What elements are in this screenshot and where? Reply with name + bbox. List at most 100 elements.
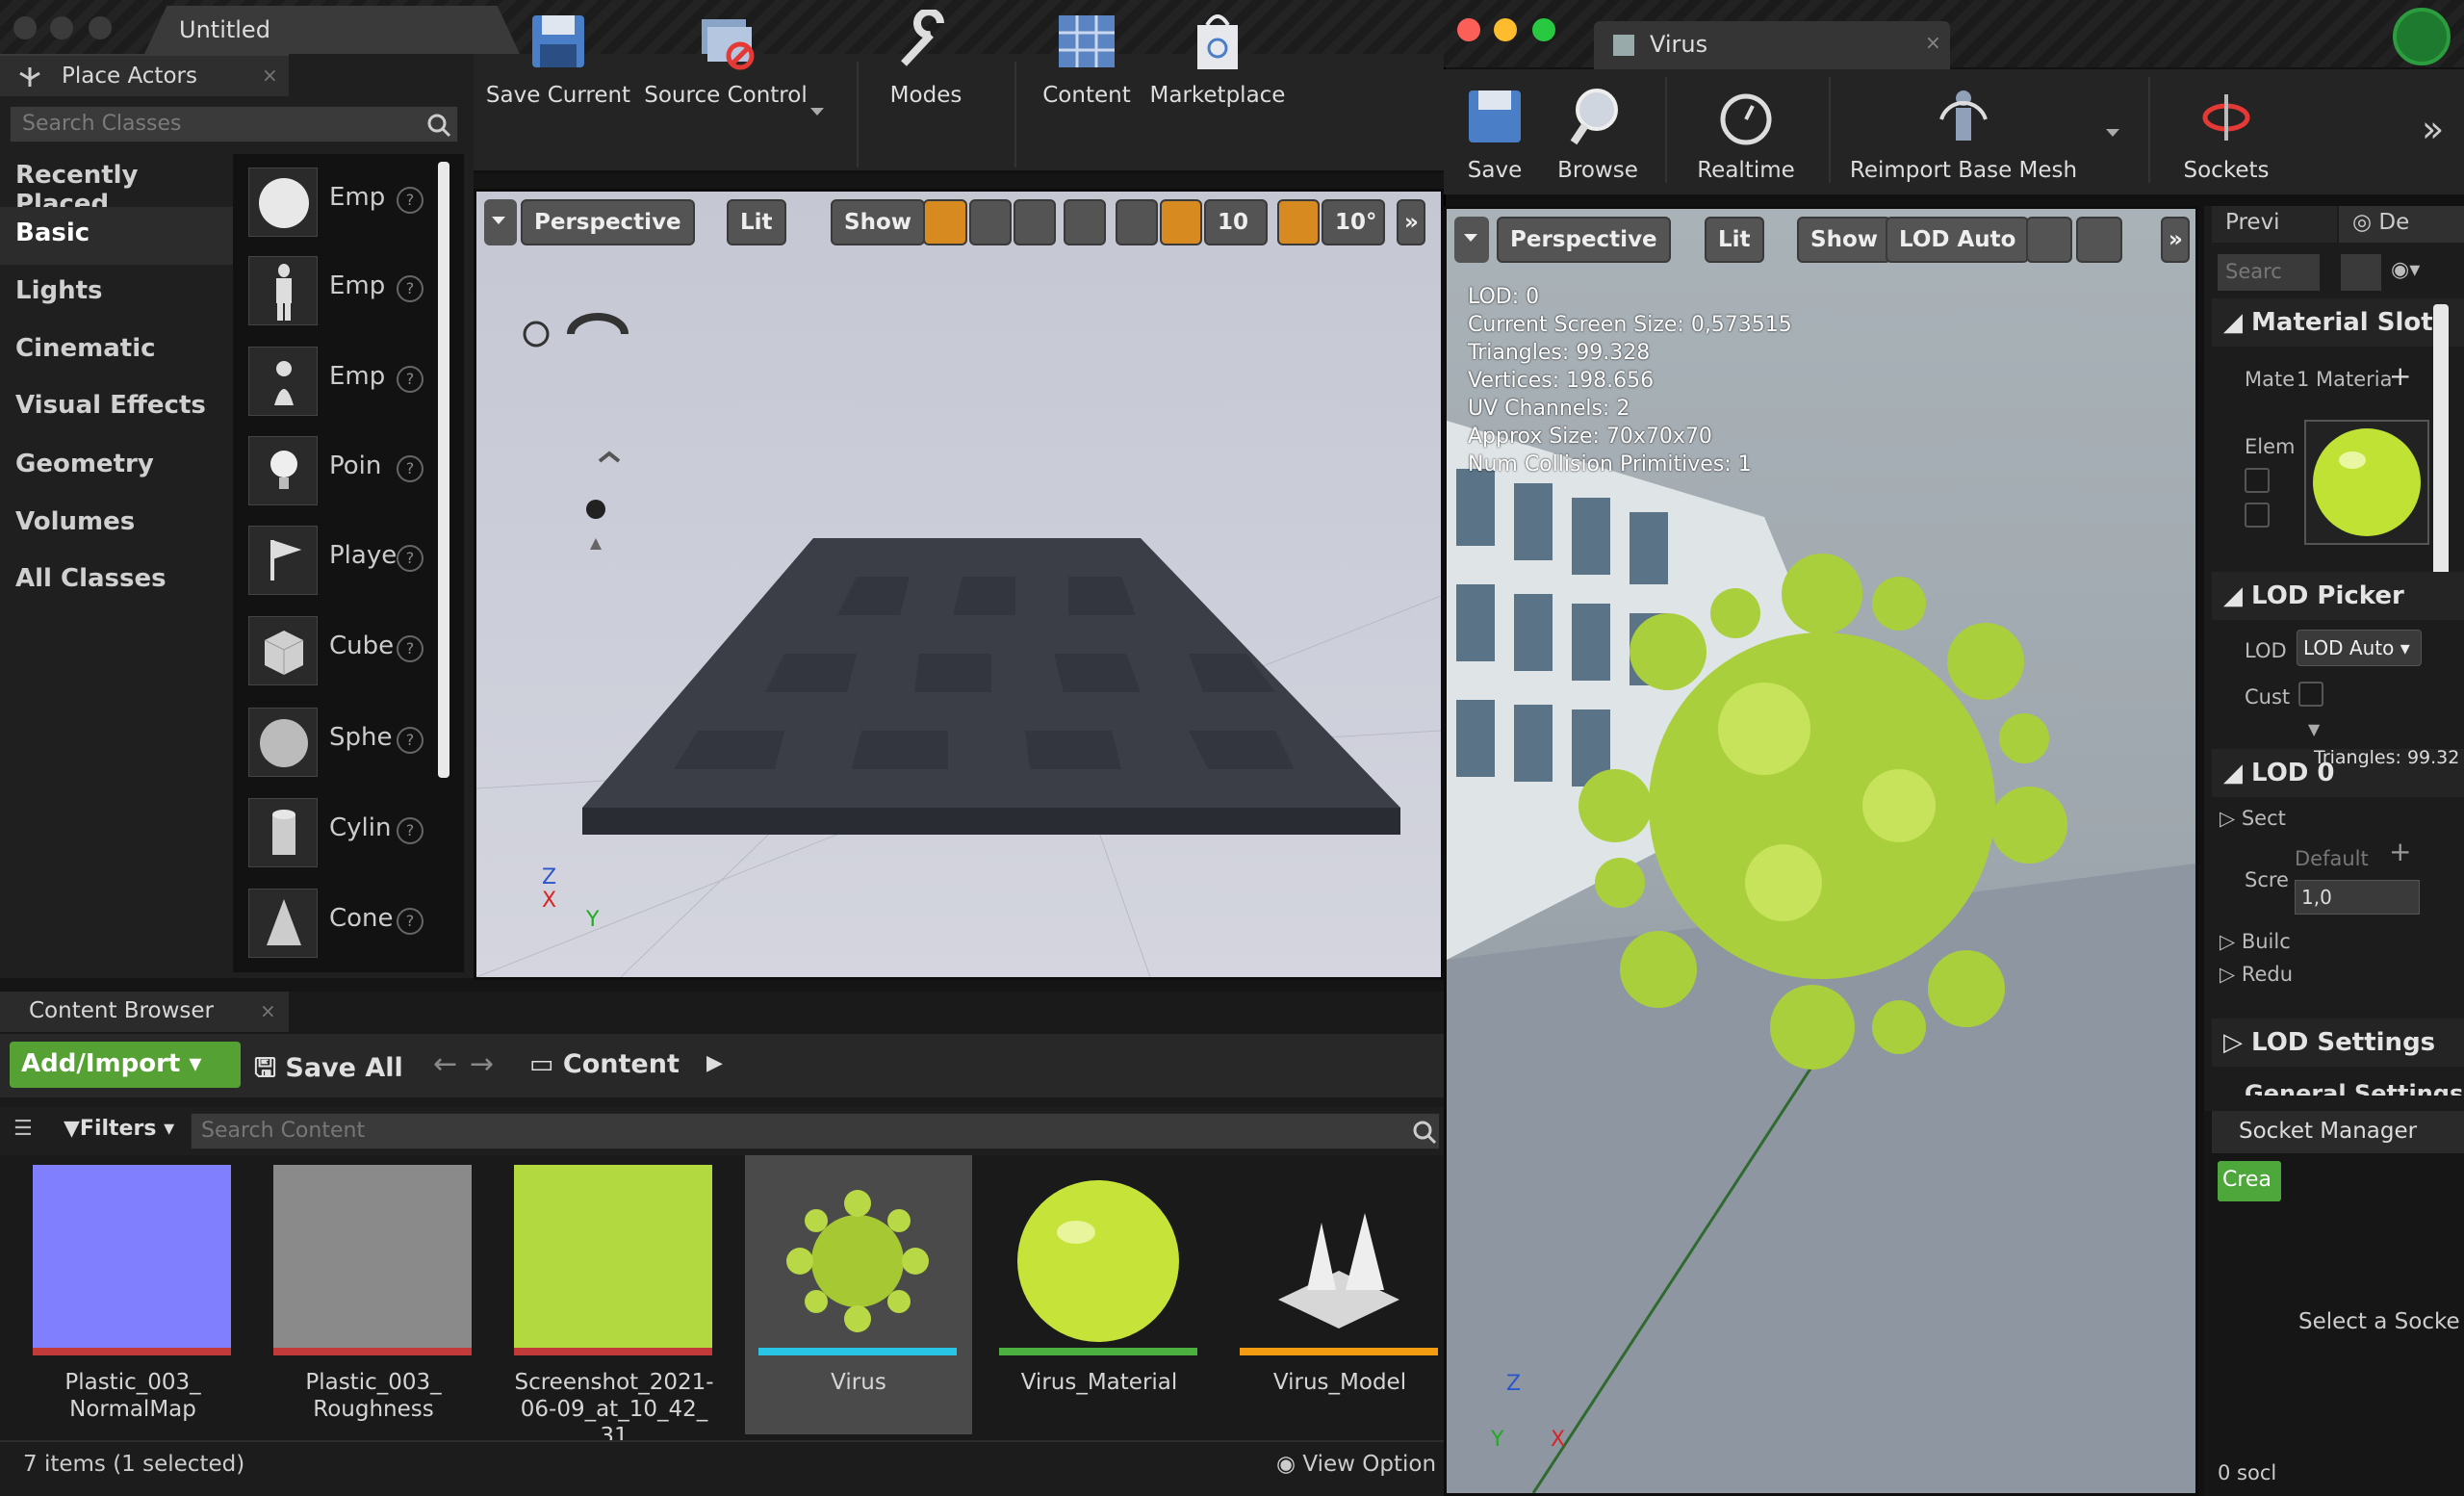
category-visual-effects[interactable]: Visual Effects bbox=[0, 379, 233, 437]
material-thumbnail[interactable] bbox=[2304, 420, 2429, 545]
asset-tile[interactable]: Virus_Material bbox=[986, 1155, 1213, 1434]
perspective-button[interactable]: Perspective bbox=[521, 199, 695, 245]
content-browser-tab[interactable]: Content Browser × bbox=[0, 992, 289, 1032]
actor-item-cube[interactable]: Cube? bbox=[243, 610, 450, 689]
rotation-snap-icon[interactable] bbox=[1277, 199, 1320, 245]
more-options-icon[interactable]: » bbox=[2161, 217, 2190, 263]
eye-visibility-icon[interactable]: ◉▾ bbox=[2391, 258, 2420, 282]
rotation-snap-dropdown[interactable]: 10° bbox=[1322, 199, 1385, 245]
tab-preview-scene[interactable]: Previ bbox=[2212, 206, 2337, 243]
general-settings-header[interactable]: General Settings bbox=[2212, 1076, 2464, 1096]
help-icon[interactable]: ? bbox=[397, 817, 424, 844]
lit-button[interactable]: Lit bbox=[1705, 217, 1764, 263]
lod-picker-header[interactable]: ◢ LOD Picker bbox=[2212, 572, 2464, 620]
content-button[interactable]: Content bbox=[1036, 0, 1138, 119]
close-icon[interactable]: × bbox=[260, 999, 276, 1022]
grid-size-dropdown[interactable]: 10 bbox=[1204, 199, 1268, 245]
isolate-checkbox[interactable] bbox=[2245, 503, 2270, 528]
category-volumes[interactable]: Volumes bbox=[0, 496, 233, 554]
actor-item-empty-character[interactable]: Emp? bbox=[243, 250, 450, 329]
show-button[interactable]: Show bbox=[831, 199, 925, 245]
rotate-tool-icon[interactable] bbox=[969, 199, 1012, 245]
category-recently-placed[interactable]: Recently Placed bbox=[0, 149, 233, 219]
help-icon[interactable]: ? bbox=[397, 545, 424, 572]
view-options-button[interactable]: ◉ View Option bbox=[1276, 1452, 1436, 1477]
minimize-dot[interactable] bbox=[1494, 18, 1517, 41]
help-icon[interactable]: ? bbox=[397, 366, 424, 393]
toolbar-overflow-icon[interactable]: » bbox=[2422, 108, 2444, 150]
save-all-button[interactable]: 🖫 Save All bbox=[254, 1049, 403, 1094]
rotate-tool-icon[interactable] bbox=[2076, 217, 2122, 263]
zoom-dot[interactable] bbox=[1532, 18, 1555, 41]
asset-tile[interactable]: Virus bbox=[745, 1155, 972, 1434]
close-icon[interactable]: × bbox=[262, 64, 278, 87]
search-content-input[interactable]: Search Content bbox=[191, 1113, 1440, 1149]
help-icon[interactable]: ? bbox=[397, 275, 424, 302]
category-cinematic[interactable]: Cinematic bbox=[0, 322, 233, 380]
details-search-input[interactable]: Searc bbox=[2218, 254, 2320, 291]
asset-tile[interactable]: Plastic_003_ Roughness bbox=[260, 1155, 487, 1434]
details-scrollbar[interactable] bbox=[2433, 304, 2449, 603]
help-icon[interactable]: ? bbox=[397, 635, 424, 662]
create-socket-button[interactable]: Crea bbox=[2218, 1161, 2281, 1201]
lod-settings-header[interactable]: ▷ LOD Settings bbox=[2212, 1019, 2464, 1067]
marketplace-button[interactable]: Marketplace bbox=[1147, 0, 1288, 119]
history-forward-icon[interactable]: → bbox=[470, 1047, 494, 1081]
custom-lod-checkbox[interactable] bbox=[2298, 682, 2323, 707]
close-dot[interactable] bbox=[1457, 18, 1480, 41]
lit-button[interactable]: Lit bbox=[727, 199, 786, 245]
viewport-options-dropdown[interactable] bbox=[484, 199, 517, 245]
actor-item-empty-actor[interactable]: Emp? bbox=[243, 162, 450, 241]
level-tab[interactable]: Untitled bbox=[144, 6, 520, 54]
category-lights[interactable]: Lights bbox=[0, 265, 233, 322]
actor-item-point-light[interactable]: Poin? bbox=[243, 430, 450, 509]
socket-manager-tab[interactable]: Socket Manager bbox=[2212, 1111, 2464, 1153]
actor-item-cylinder[interactable]: Cylin? bbox=[243, 792, 450, 871]
save-button[interactable]: Save bbox=[1451, 69, 1538, 194]
more-options-icon[interactable]: » bbox=[1397, 199, 1425, 245]
chevron-down-icon[interactable] bbox=[808, 106, 826, 117]
save-current-button[interactable]: Save Current bbox=[481, 0, 635, 119]
source-control-button[interactable]: Source Control bbox=[639, 0, 812, 119]
close-dot[interactable] bbox=[13, 16, 37, 39]
help-icon[interactable]: ? bbox=[397, 908, 424, 935]
actor-item-cone[interactable]: Cone? bbox=[243, 883, 450, 962]
viewport-options-dropdown[interactable] bbox=[1454, 217, 1489, 263]
actor-item-player-start[interactable]: Playe? bbox=[243, 520, 450, 599]
translate-tool-icon[interactable] bbox=[923, 199, 967, 245]
sockets-button[interactable]: Sockets bbox=[2173, 69, 2279, 194]
help-icon[interactable]: ? bbox=[397, 455, 424, 482]
translate-tool-icon[interactable] bbox=[2026, 217, 2072, 263]
grid-snap-icon[interactable] bbox=[1160, 199, 1202, 245]
filters-button[interactable]: ▼Filters ▾ bbox=[64, 1117, 174, 1141]
minimize-dot[interactable] bbox=[50, 16, 73, 39]
tab-details[interactable]: ◎ De bbox=[2339, 206, 2464, 243]
add-screen-size-icon[interactable]: + bbox=[2389, 836, 2411, 867]
modes-button[interactable]: Modes bbox=[866, 0, 986, 119]
world-space-icon[interactable] bbox=[1064, 199, 1106, 245]
realtime-button[interactable]: Realtime bbox=[1688, 69, 1804, 194]
help-icon[interactable]: ? bbox=[397, 187, 424, 214]
reduction-settings-row[interactable]: ▷ Redu bbox=[2220, 963, 2293, 986]
material-slots-header[interactable]: ◢ Material Slots bbox=[2212, 298, 2464, 347]
sources-toggle-icon[interactable]: ☰ bbox=[13, 1117, 33, 1141]
add-import-button[interactable]: Add/Import ▾ bbox=[10, 1042, 241, 1088]
property-matrix-icon[interactable] bbox=[2341, 254, 2381, 291]
category-geometry[interactable]: Geometry bbox=[0, 438, 233, 496]
add-material-icon[interactable]: + bbox=[2389, 360, 2411, 392]
screen-size-input[interactable]: 1,0 bbox=[2295, 880, 2420, 915]
lod-select[interactable]: LOD Auto ▾ bbox=[2297, 630, 2422, 666]
reimport-base-mesh-button[interactable]: Reimport Base Mesh bbox=[1844, 69, 2083, 194]
browse-button[interactable]: Browse bbox=[1546, 69, 1650, 194]
close-icon[interactable]: × bbox=[1925, 31, 1941, 54]
highlight-checkbox[interactable] bbox=[2245, 468, 2270, 493]
path-chevron-icon[interactable]: ▶ bbox=[706, 1051, 723, 1075]
asset-tile[interactable]: Screenshot_2021- 06-09_at_10_42_ 31 bbox=[500, 1155, 728, 1449]
level-viewport[interactable]: Perspective Lit Show 10 10° » Z X Y bbox=[474, 189, 1444, 980]
search-classes-input[interactable]: Search Classes bbox=[10, 106, 458, 142]
lod-auto-button[interactable]: LOD Auto bbox=[1886, 217, 2030, 263]
asset-tile[interactable]: Plastic_003_ NormalMap bbox=[19, 1155, 246, 1434]
category-all-classes[interactable]: All Classes bbox=[0, 553, 233, 610]
actor-item-sphere[interactable]: Sphe? bbox=[243, 702, 450, 781]
chevron-down-icon[interactable] bbox=[2104, 127, 2121, 139]
